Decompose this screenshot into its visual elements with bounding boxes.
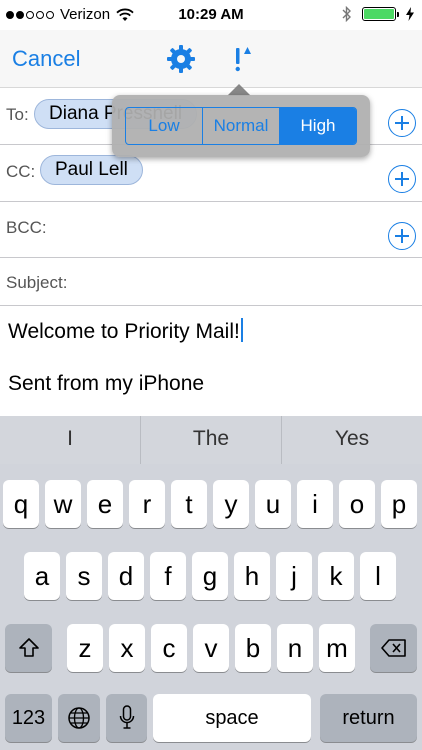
battery-icon: [362, 7, 399, 21]
compose-nav-bar: Cancel: [0, 30, 422, 88]
to-label: To:: [6, 105, 29, 124]
subject-field[interactable]: Subject:: [0, 258, 422, 306]
suggestion-item[interactable]: Yes: [282, 416, 422, 464]
suggestion-item[interactable]: The: [141, 416, 282, 464]
microphone-icon: [119, 705, 134, 729]
priority-low-option[interactable]: Low: [126, 108, 203, 144]
add-bcc-recipient-button[interactable]: [388, 222, 416, 250]
message-body-text: Welcome to Priority Mail!: [8, 320, 240, 343]
key-g[interactable]: g: [192, 552, 228, 600]
globe-key[interactable]: [58, 694, 100, 742]
key-l[interactable]: l: [360, 552, 396, 600]
key-e[interactable]: e: [87, 480, 123, 528]
return-key[interactable]: return: [320, 694, 417, 742]
priority-normal-option[interactable]: Normal: [203, 108, 280, 144]
priority-high-option[interactable]: High: [280, 108, 356, 144]
key-q[interactable]: q: [3, 480, 39, 528]
backspace-icon: [380, 639, 406, 657]
key-u[interactable]: u: [255, 480, 291, 528]
key-c[interactable]: c: [151, 624, 187, 672]
keyboard: I The Yes 123 space return qwertyuiop asd…: [0, 416, 422, 750]
status-right: [342, 6, 414, 22]
key-p[interactable]: p: [381, 480, 417, 528]
settings-gear-icon[interactable]: [166, 44, 196, 74]
priority-segmented-control: Low Normal High: [125, 107, 357, 145]
key-o[interactable]: o: [339, 480, 375, 528]
key-m[interactable]: m: [319, 624, 355, 672]
dictation-key[interactable]: [106, 694, 147, 742]
suggestion-bar: I The Yes: [0, 416, 422, 464]
key-f[interactable]: f: [150, 552, 186, 600]
message-body[interactable]: Welcome to Priority Mail!: [8, 318, 243, 344]
bcc-label: BCC:: [6, 218, 47, 237]
key-i[interactable]: i: [297, 480, 333, 528]
key-k[interactable]: k: [318, 552, 354, 600]
priority-flag-icon[interactable]: [230, 44, 254, 74]
key-h[interactable]: h: [234, 552, 270, 600]
cancel-button[interactable]: Cancel: [12, 46, 80, 72]
shift-arrow-icon: [18, 638, 39, 657]
space-key[interactable]: space: [153, 694, 311, 742]
key-s[interactable]: s: [66, 552, 102, 600]
delete-key[interactable]: [370, 624, 417, 672]
key-r[interactable]: r: [129, 480, 165, 528]
key-x[interactable]: x: [109, 624, 145, 672]
key-t[interactable]: t: [171, 480, 207, 528]
key-z[interactable]: z: [67, 624, 103, 672]
add-to-recipient-button[interactable]: [388, 109, 416, 137]
key-w[interactable]: w: [45, 480, 81, 528]
suggestion-item[interactable]: I: [0, 416, 141, 464]
charging-bolt-icon: [406, 7, 414, 21]
globe-icon: [68, 707, 90, 729]
bcc-field[interactable]: BCC:: [0, 202, 422, 258]
subject-label: Subject:: [6, 273, 68, 292]
add-cc-recipient-button[interactable]: [388, 165, 416, 193]
shift-key[interactable]: [5, 624, 52, 672]
cc-recipient-chip[interactable]: Paul Lell: [40, 155, 143, 185]
key-a[interactable]: a: [24, 552, 60, 600]
numbers-key[interactable]: 123: [5, 694, 52, 742]
key-y[interactable]: y: [213, 480, 249, 528]
key-j[interactable]: j: [276, 552, 312, 600]
bluetooth-icon: [342, 6, 351, 22]
priority-popover: Low Normal High: [112, 95, 370, 157]
text-cursor: [240, 318, 243, 342]
key-v[interactable]: v: [193, 624, 229, 672]
message-signature[interactable]: Sent from my iPhone: [8, 372, 204, 396]
key-n[interactable]: n: [277, 624, 313, 672]
key-b[interactable]: b: [235, 624, 271, 672]
status-bar: Verizon 10:29 AM: [0, 0, 422, 30]
cc-label: CC:: [6, 162, 36, 181]
key-d[interactable]: d: [108, 552, 144, 600]
